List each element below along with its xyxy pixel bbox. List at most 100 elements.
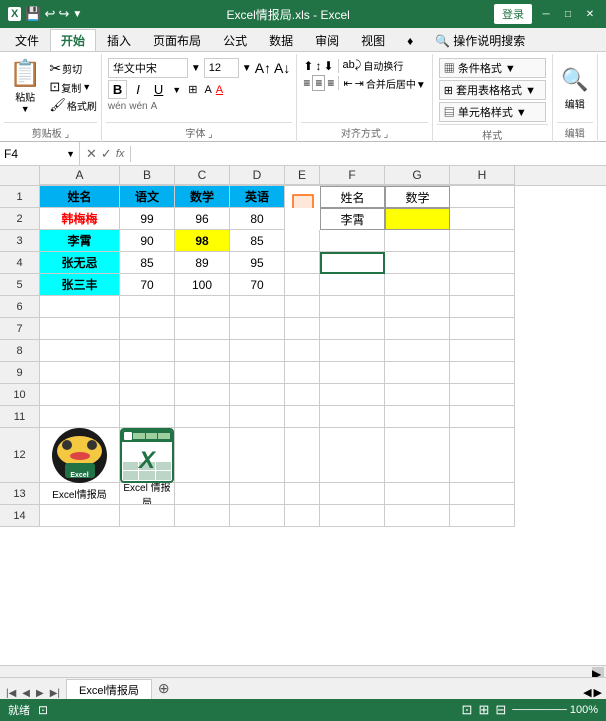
cell-c3[interactable]: 98 (175, 230, 230, 252)
cell-a2[interactable]: 韩梅梅 (40, 208, 120, 230)
fill-color-button[interactable]: A (204, 84, 211, 96)
sheet-nav-next[interactable]: ▶ (34, 688, 46, 699)
top-align-btn[interactable]: ⬆ (303, 59, 313, 73)
cell-a5[interactable]: 张三丰 (40, 274, 120, 296)
sheet-tab-excel[interactable]: Excel情报局 (66, 679, 152, 699)
cell-h5[interactable] (450, 274, 515, 296)
copy-button[interactable]: ⊡ (49, 79, 60, 95)
cell-g3[interactable] (385, 230, 450, 252)
sheet-nav-prev[interactable]: ◀ (20, 688, 32, 699)
font-size-selector[interactable]: 12 (204, 58, 239, 78)
underline-button[interactable]: U (149, 80, 168, 99)
merge-cells-btn[interactable]: 合并后居中▼ (366, 76, 426, 91)
middle-align-btn[interactable]: ↕ (315, 59, 321, 73)
decrease-font-btn[interactable]: A↓ (274, 60, 290, 76)
cut-button[interactable]: ✂ (49, 60, 61, 77)
increase-font-btn[interactable]: A↑ (255, 60, 271, 76)
tab-search[interactable]: 🔍操作说明搜索 (424, 29, 536, 51)
col-header-f[interactable]: F (320, 166, 385, 185)
col-header-h[interactable]: H (450, 166, 515, 185)
cell-d5[interactable]: 70 (230, 274, 285, 296)
cell-b3[interactable]: 90 (120, 230, 175, 252)
confirm-formula-btn[interactable]: ✓ (101, 146, 112, 162)
tab-file[interactable]: 文件 (4, 29, 50, 51)
cell-a3[interactable]: 李霄 (40, 230, 120, 252)
tab-data[interactable]: 数据 (258, 29, 304, 51)
cell-c2[interactable]: 96 (175, 208, 230, 230)
insert-function-btn[interactable]: fx (116, 148, 125, 160)
cell-g5[interactable] (385, 274, 450, 296)
italic-button[interactable]: I (131, 80, 145, 99)
cell-g4[interactable] (385, 252, 450, 274)
cell-f3[interactable] (320, 230, 385, 252)
cell-b4[interactable]: 85 (120, 252, 175, 274)
tab-view[interactable]: 视图 (350, 29, 396, 51)
cell-g2[interactable] (385, 208, 450, 230)
cell-b1[interactable]: 语文 (120, 186, 175, 208)
cell-h3[interactable] (450, 230, 515, 252)
table-style-btn[interactable]: ⊞ 套用表格格式 ▼ (439, 80, 546, 100)
cancel-formula-btn[interactable]: ✕ (86, 146, 97, 162)
horizontal-scrollbar[interactable]: ▶ (0, 665, 606, 677)
layout-preview-btn[interactable]: ⊟ (495, 702, 506, 718)
row-header-3[interactable]: 3 (0, 230, 40, 252)
tab-formula[interactable]: 公式 (212, 29, 258, 51)
scroll-tab-right[interactable]: ▶ (594, 686, 602, 699)
tab-extra[interactable]: ♦ (396, 29, 424, 51)
restore-btn[interactable]: □ (560, 7, 576, 21)
cell-a4[interactable]: 张无忌 (40, 252, 120, 274)
cell-d1[interactable]: 英语 (230, 186, 285, 208)
col-header-a[interactable]: A (40, 166, 120, 185)
wrap-text-btn[interactable]: 自动换行 (363, 58, 403, 73)
cell-c1[interactable]: 数学 (175, 186, 230, 208)
row-header-4[interactable]: 4 (0, 252, 40, 274)
col-header-e[interactable]: E (285, 166, 320, 185)
tab-insert[interactable]: 插入 (96, 29, 142, 51)
minimize-btn[interactable]: ─ (538, 7, 554, 21)
login-button[interactable]: 登录 (494, 4, 532, 24)
cell-f4[interactable] (320, 252, 385, 274)
font-name-dropdown[interactable]: ▼ (191, 63, 201, 74)
cell-d4[interactable]: 95 (230, 252, 285, 274)
cell-a1[interactable]: 姓名 (40, 186, 120, 208)
align-right-btn[interactable]: ≡ (327, 76, 334, 90)
close-btn[interactable]: ✕ (582, 7, 598, 21)
col-header-b[interactable]: B (120, 166, 175, 185)
cell-f5[interactable] (320, 274, 385, 296)
cell-b2[interactable]: 99 (120, 208, 175, 230)
indent-decrease-btn[interactable]: ⇤ (343, 77, 352, 90)
col-header-c[interactable]: C (175, 166, 230, 185)
bottom-align-btn[interactable]: ⬇ (323, 59, 333, 73)
cell-h4[interactable] (450, 252, 515, 274)
tab-home[interactable]: 开始 (50, 29, 96, 51)
cell-d2[interactable]: 80 (230, 208, 285, 230)
indent-increase-btn[interactable]: ⇥ (355, 77, 364, 90)
font-color-button[interactable]: A (216, 84, 223, 96)
font-size-dropdown[interactable]: ▼ (242, 63, 252, 74)
cell-e5[interactable] (285, 274, 320, 296)
cell-e4[interactable] (285, 252, 320, 274)
cell-h2[interactable] (450, 208, 515, 230)
save-icon[interactable]: 💾 (25, 6, 41, 22)
cell-c5[interactable]: 100 (175, 274, 230, 296)
scroll-right-btn[interactable]: ▶ (592, 667, 604, 677)
row-header-5[interactable]: 5 (0, 274, 40, 296)
tab-page-layout[interactable]: 页面布局 (142, 29, 212, 51)
format-painter-button[interactable]: 🖌 (49, 97, 66, 113)
sheet-nav-last[interactable]: ▶| (48, 688, 62, 699)
customize-icon[interactable]: ▼ (72, 9, 82, 20)
cell-f1[interactable]: 姓名 (320, 186, 385, 208)
redo-icon[interactable]: ↪ (58, 6, 69, 22)
cell-b5[interactable]: 70 (120, 274, 175, 296)
cell-f2[interactable]: 李霄 (320, 208, 385, 230)
col-header-g[interactable]: G (385, 166, 450, 185)
align-left-btn[interactable]: ≡ (303, 76, 310, 90)
cell-style-btn[interactable]: ▤ 单元格样式 ▼ (439, 102, 546, 122)
cell-h1[interactable] (450, 186, 515, 208)
add-sheet-btn[interactable]: ⊕ (152, 678, 176, 699)
cell-d3[interactable]: 85 (230, 230, 285, 252)
scroll-tab-left[interactable]: ◀ (583, 686, 591, 699)
tab-review[interactable]: 审阅 (304, 29, 350, 51)
layout-page-btn[interactable]: ⊞ (478, 702, 489, 718)
layout-normal-btn[interactable]: ⊡ (462, 702, 473, 718)
